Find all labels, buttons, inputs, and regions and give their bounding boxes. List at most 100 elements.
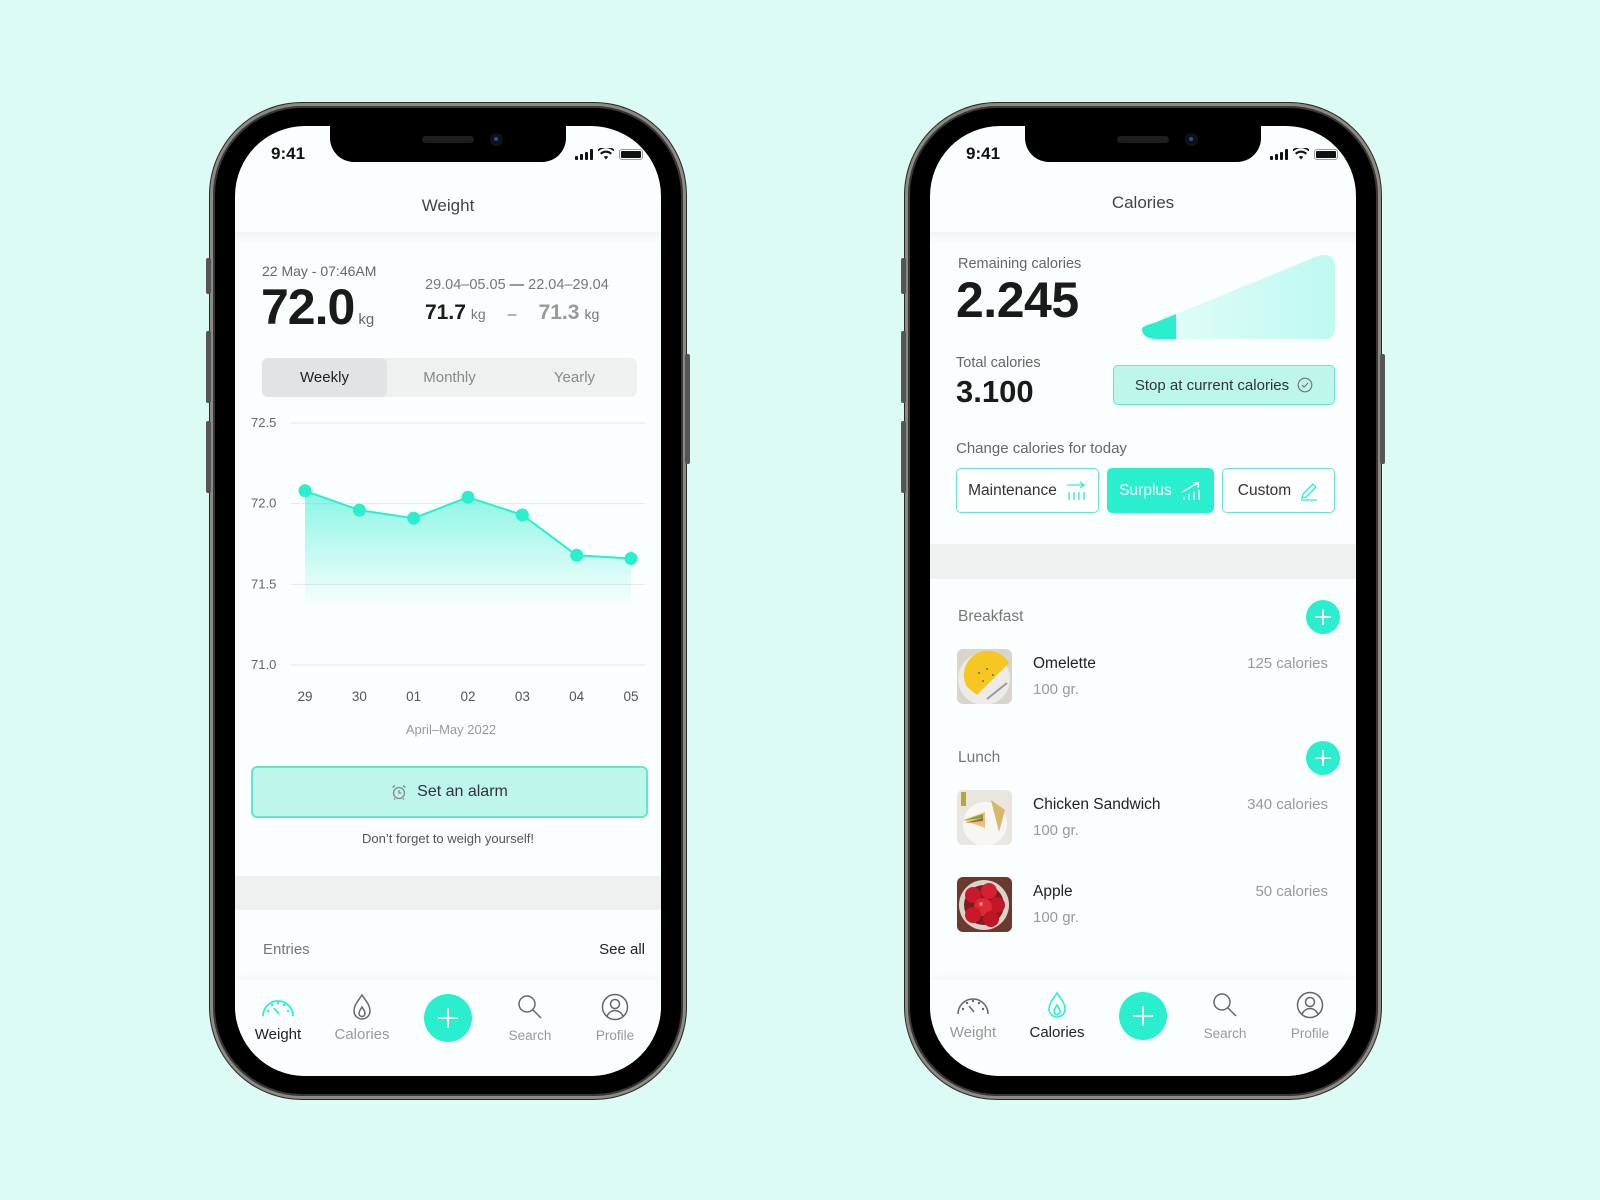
option-maintenance[interactable]: Maintenance (956, 468, 1099, 513)
battery-icon (619, 148, 643, 160)
food-quantity: 100 gr. (1033, 681, 1079, 698)
side-button (901, 331, 906, 403)
page-title: Calories (1111, 193, 1175, 212)
battery-icon (1314, 148, 1338, 160)
data-point[interactable] (570, 548, 584, 562)
set-alarm-button[interactable]: Set an alarm (251, 766, 648, 818)
tab-monthly[interactable]: Monthly (387, 358, 512, 397)
remaining-calories-label: Remaining calories (958, 256, 1082, 272)
plus-icon (1315, 750, 1331, 766)
wifi-icon (1293, 148, 1309, 160)
header-divider (930, 232, 1356, 244)
notch (330, 126, 566, 162)
alarm-clock-icon (392, 784, 407, 800)
tab-label: Calories (1029, 1024, 1085, 1041)
alarm-note: Don’t forget to weigh yourself! (362, 831, 534, 846)
option-custom[interactable]: Custom (1222, 468, 1335, 513)
side-button (901, 421, 906, 493)
y-tick-label: 71.5 (251, 576, 276, 591)
tab-label: Search (508, 1028, 552, 1043)
add-breakfast-button[interactable] (1306, 600, 1340, 634)
tab-bar: Weight Calories Search Profile (235, 980, 661, 1076)
meal-heading-lunch: Lunch (958, 749, 1001, 766)
signal-icon (1270, 148, 1288, 160)
header-divider (235, 232, 661, 244)
tab-search[interactable]: Search (1185, 988, 1265, 1041)
food-item[interactable]: Omelette 100 gr. 125 calories (957, 649, 1328, 705)
food-item[interactable]: Chicken Sandwich 100 gr. 340 calories (957, 790, 1328, 846)
stop-at-current-calories-button[interactable]: Stop at current calories (1113, 365, 1335, 405)
flame-icon (353, 993, 371, 1020)
compare-ranges: 29.04–05.05—22.04–29.04 (425, 277, 609, 293)
side-button (206, 421, 211, 493)
search-icon (1213, 993, 1237, 1017)
data-point[interactable] (298, 484, 312, 498)
tab-weekly[interactable]: Weekly (262, 358, 387, 397)
tab-profile[interactable]: Profile (575, 990, 655, 1043)
meal-heading-breakfast: Breakfast (958, 608, 1024, 625)
data-point[interactable] (624, 552, 638, 566)
option-surplus[interactable]: Surplus (1107, 468, 1214, 513)
add-button[interactable] (424, 994, 472, 1042)
tab-label: Weight (949, 1024, 997, 1041)
side-button (685, 354, 690, 464)
side-button (1380, 354, 1385, 464)
tab-profile[interactable]: Profile (1270, 988, 1350, 1041)
x-tick-label: 30 (352, 689, 367, 704)
side-button (901, 258, 906, 294)
food-name: Omelette (1033, 655, 1096, 672)
tab-weight[interactable]: Weight (933, 988, 1013, 1041)
tab-yearly[interactable]: Yearly (512, 358, 637, 397)
omelette-image (957, 649, 1012, 704)
profile-icon (1296, 991, 1324, 1019)
avg-current: 71.7 (425, 301, 466, 324)
food-item[interactable]: Apple 100 gr. 50 calories (957, 877, 1328, 933)
signal-icon (575, 148, 593, 160)
tab-weight[interactable]: Weight (238, 990, 318, 1043)
data-point[interactable] (515, 508, 529, 522)
sandwich-image (957, 790, 1012, 845)
food-calories: 125 calories (1247, 655, 1328, 672)
food-calories: 50 calories (1255, 883, 1328, 900)
compare-separator: – (507, 306, 517, 323)
x-tick-label: 04 (569, 689, 585, 704)
calorie-gauge (1142, 254, 1335, 340)
unit-label: kg (584, 306, 600, 322)
side-button (206, 258, 211, 294)
total-calories-label: Total calories (956, 355, 1041, 371)
range-dash: — (509, 277, 525, 293)
side-button (206, 331, 211, 403)
scale-gauge-icon (957, 998, 989, 1015)
tab-label: Search (1203, 1026, 1247, 1041)
screen: 9:41 Calories Remaining calories 2.245 T… (930, 126, 1356, 1076)
tab-search[interactable]: Search (490, 990, 570, 1043)
phone-weight: 9:41 Weight 22 May - 07:46AM 72.0 kg 29.0… (206, 103, 690, 1099)
tab-calories[interactable]: Calories (1017, 988, 1097, 1041)
tab-calories[interactable]: Calories (322, 990, 402, 1043)
set-alarm-label: Set an alarm (417, 783, 508, 800)
data-point[interactable] (407, 511, 421, 525)
plus-icon (438, 1008, 458, 1028)
unit-label: kg (358, 311, 375, 328)
current-weight-value: 72.0 (261, 279, 355, 335)
unit-label: kg (470, 306, 486, 322)
current-weight: 72.0 kg (261, 278, 374, 336)
page-title: Weight (421, 196, 475, 215)
apple-image (957, 877, 1012, 932)
food-quantity: 100 gr. (1033, 909, 1079, 926)
gauge-fill (1142, 254, 1176, 340)
remaining-calories-value: 2.245 (956, 272, 1079, 328)
check-circle-icon (1297, 377, 1313, 393)
food-name: Chicken Sandwich (1033, 796, 1161, 813)
pencil-icon (1301, 482, 1318, 501)
data-point[interactable] (352, 503, 366, 517)
see-all-link[interactable]: See all (599, 941, 645, 958)
plus-icon (1133, 1006, 1153, 1026)
add-button[interactable] (1119, 992, 1167, 1040)
tab-label: Weight (254, 1026, 302, 1043)
data-point[interactable] (461, 490, 475, 504)
add-lunch-button[interactable] (1306, 741, 1340, 775)
x-axis-label: April–May 2022 (406, 722, 496, 737)
weight-chart: 72.5 72.0 71.5 71.0 29 30 01 02 03 04 05 April–Ma… (251, 415, 645, 737)
status-time: 9:41 (271, 144, 306, 163)
